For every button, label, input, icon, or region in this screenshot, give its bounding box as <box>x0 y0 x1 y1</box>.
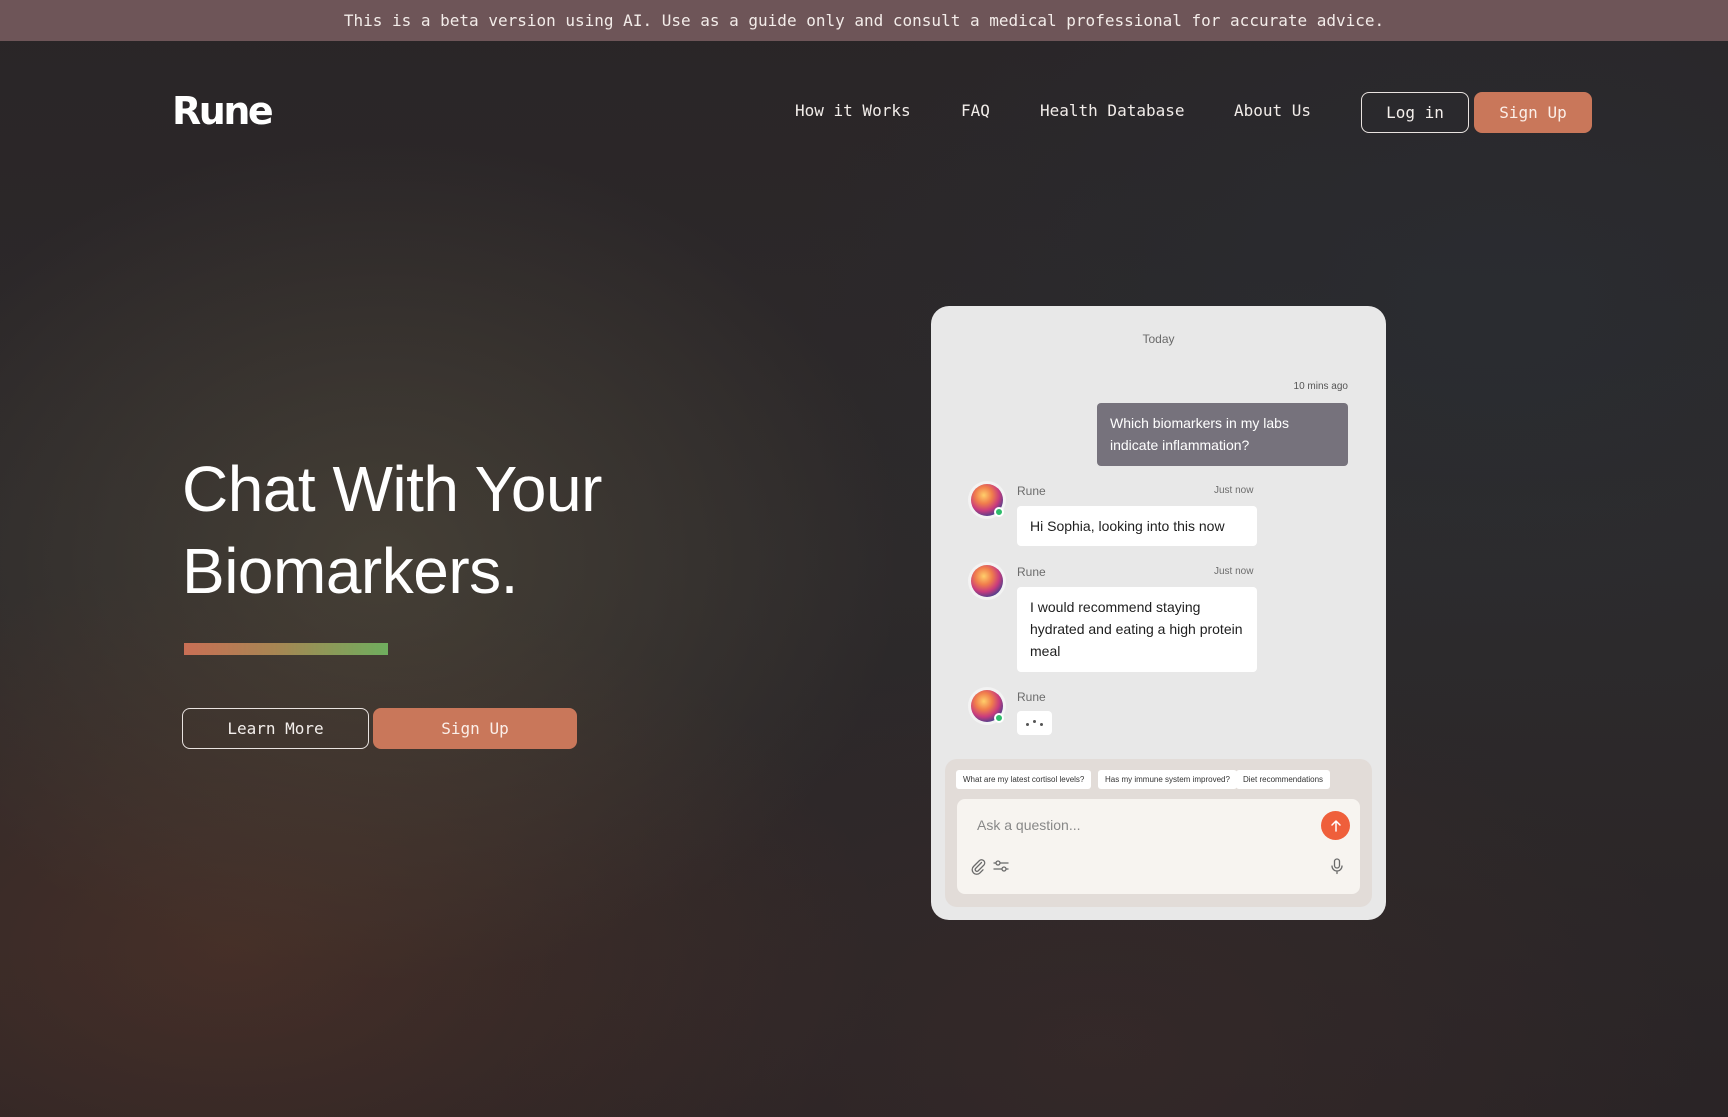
chat-input-panel: What are my latest cortisol levels? Has … <box>945 759 1372 907</box>
typing-dot <box>1033 720 1036 723</box>
message-time: Just now <box>1214 566 1254 577</box>
hero-title-line2: Biomarkers. <box>182 535 518 607</box>
chat-input-box <box>957 799 1360 894</box>
message-sender: Rune <box>1017 565 1046 579</box>
landing-page: This is a beta version using AI. Use as … <box>0 0 1728 1117</box>
message-sender: Rune <box>1017 690 1046 704</box>
user-message-time: 10 mins ago <box>1293 381 1348 392</box>
day-divider: Today <box>1142 332 1175 346</box>
microphone-icon[interactable] <box>1328 857 1346 875</box>
suggestion-chip[interactable]: Has my immune system improved? <box>1098 770 1237 789</box>
beta-banner-text: This is a beta version using AI. Use as … <box>343 11 1385 30</box>
hero-signup-button[interactable]: Sign Up <box>373 708 577 749</box>
gradient-accent-bar <box>184 643 388 655</box>
rune-logo[interactable]: Rune <box>172 89 274 133</box>
nav-about-us[interactable]: About Us <box>1234 101 1311 120</box>
send-button[interactable] <box>1321 811 1350 840</box>
bot-message-bubble: Hi Sophia, looking into this now <box>1017 506 1257 546</box>
chat-preview-card: Today 10 mins ago Which biomarkers in my… <box>931 306 1386 920</box>
online-status-dot <box>994 507 1004 517</box>
arrow-up-icon <box>1330 819 1341 832</box>
sliders-icon[interactable] <box>992 857 1010 875</box>
user-message-bubble: Which biomarkers in my labs indicate inf… <box>1097 403 1348 466</box>
suggestion-chip[interactable]: What are my latest cortisol levels? <box>956 770 1092 789</box>
nav-faq[interactable]: FAQ <box>961 101 990 120</box>
login-button[interactable]: Log in <box>1361 92 1469 133</box>
bot-message-bubble: I would recommend staying hydrated and e… <box>1017 587 1257 672</box>
ask-question-input[interactable] <box>977 813 1307 837</box>
suggestion-chip[interactable]: Diet recommendations <box>1236 770 1331 789</box>
header-signup-button[interactable]: Sign Up <box>1474 92 1592 133</box>
learn-more-button[interactable]: Learn More <box>182 708 369 749</box>
nav-health-database[interactable]: Health Database <box>1040 101 1185 120</box>
message-sender: Rune <box>1017 484 1046 498</box>
beta-banner: This is a beta version using AI. Use as … <box>0 0 1728 41</box>
rune-avatar <box>971 565 1003 597</box>
typing-dot <box>1040 723 1043 726</box>
typing-indicator <box>1017 711 1052 735</box>
online-status-dot <box>994 713 1004 723</box>
hero-title-line1: Chat With Your <box>182 453 602 525</box>
nav-how-it-works[interactable]: How it Works <box>795 101 911 120</box>
hero-title: Chat With Your Biomarkers. <box>182 448 742 612</box>
paperclip-icon[interactable] <box>969 857 987 875</box>
message-time: Just now <box>1214 485 1254 496</box>
typing-dot <box>1026 723 1029 726</box>
